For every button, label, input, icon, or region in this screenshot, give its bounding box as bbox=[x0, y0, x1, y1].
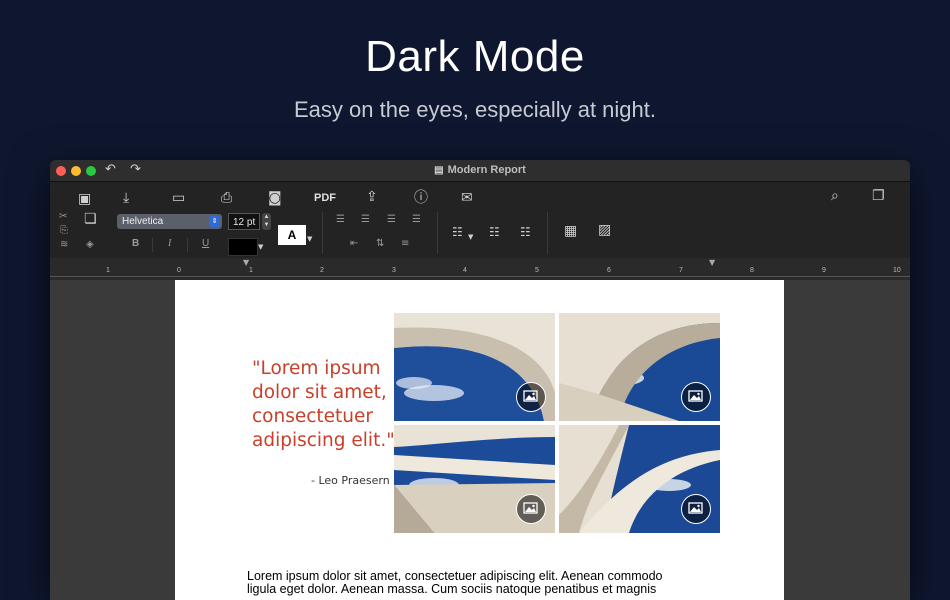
divider bbox=[322, 212, 323, 254]
image-badge-icon[interactable] bbox=[516, 382, 546, 412]
align-right-icon[interactable]: ☰ bbox=[387, 215, 396, 225]
ruler-label: 1 bbox=[249, 267, 253, 274]
divider bbox=[187, 238, 188, 252]
numbered-list-icon[interactable]: ☷ bbox=[489, 226, 500, 238]
photo-3[interactable] bbox=[394, 425, 555, 533]
italic-button[interactable]: I bbox=[168, 239, 171, 249]
paragraph-spacing-icon[interactable]: ≡ bbox=[401, 239, 409, 249]
document-canvas[interactable]: "Lorem ipsum dolor sit amet, consectetue… bbox=[50, 280, 910, 600]
ruler-baseline bbox=[50, 276, 910, 277]
highlight-color-well[interactable] bbox=[228, 238, 258, 256]
font-size-field[interactable]: 12 pt bbox=[228, 213, 260, 230]
camera-icon[interactable]: ◙ bbox=[268, 191, 282, 205]
line-spacing-icon[interactable]: ⇅ bbox=[376, 239, 384, 249]
ruler-label: 9 bbox=[822, 267, 826, 274]
bullet-list-icon[interactable]: ☷ bbox=[520, 226, 531, 238]
underline-button[interactable]: U bbox=[202, 239, 209, 249]
window-title: ▤ Modern Report bbox=[50, 164, 910, 176]
table-icon[interactable]: ▦ bbox=[564, 224, 577, 238]
document-page[interactable]: "Lorem ipsum dolor sit amet, consectetue… bbox=[175, 280, 784, 600]
bullet-list-menu-icon[interactable]: ☷ bbox=[452, 226, 463, 238]
ruler-label: 3 bbox=[392, 267, 396, 274]
ruler-label: 6 bbox=[607, 267, 611, 274]
photo-2[interactable] bbox=[559, 313, 720, 421]
share-icon[interactable]: ⇪ bbox=[366, 190, 378, 204]
chevron-down-icon[interactable]: ▼ bbox=[258, 244, 263, 251]
folder-icon[interactable]: ▭ bbox=[172, 191, 185, 205]
document-icon: ▤ bbox=[434, 165, 444, 176]
divider bbox=[152, 238, 153, 252]
quote-author[interactable]: - Leo Praesern bbox=[311, 474, 390, 487]
import-icon[interactable]: ⤓ bbox=[123, 191, 129, 205]
ruler-label: 7 bbox=[679, 267, 683, 274]
ruler-label: 5 bbox=[535, 267, 539, 274]
mail-icon[interactable]: ✉ bbox=[461, 191, 473, 205]
indent-marker-icon[interactable]: ▼ bbox=[243, 258, 249, 267]
image-badge-icon[interactable] bbox=[516, 494, 546, 524]
text-color-well[interactable]: A bbox=[278, 225, 306, 245]
ruler-label: 0 bbox=[177, 267, 181, 274]
toolbar: ▣ ⤓ ▭ ⎙ ◙ PDF ⇪ ⓘ ✉ ⌕ ❐ ✂ ⎘ ≋ ❏ ◈ Helvet… bbox=[50, 182, 910, 258]
right-margin-marker-icon[interactable]: ▼ bbox=[709, 258, 715, 267]
print-icon[interactable]: ⎙ bbox=[221, 191, 232, 205]
image-badge-icon[interactable] bbox=[681, 494, 711, 524]
ruler[interactable]: ▼ ▼ 1 0 1 2 3 4 5 6 7 8 9 10 bbox=[50, 258, 910, 281]
pull-quote[interactable]: "Lorem ipsum dolor sit amet, consectetue… bbox=[252, 357, 402, 453]
align-left-icon[interactable]: ☰ bbox=[336, 215, 345, 225]
ruler-label: 8 bbox=[750, 267, 754, 274]
cut-icon[interactable]: ✂ bbox=[59, 212, 67, 222]
ruler-label: 4 bbox=[463, 267, 467, 274]
layers-icon[interactable]: ≋ bbox=[60, 240, 68, 250]
title-bar: ↶ ↷ ▤ Modern Report bbox=[50, 160, 910, 182]
image-icon[interactable]: ▨ bbox=[598, 223, 611, 237]
image-badge-icon[interactable] bbox=[681, 382, 711, 412]
info-icon[interactable]: ⓘ bbox=[414, 191, 428, 205]
paste-icon[interactable]: ❏ bbox=[84, 212, 97, 226]
font-size-stepper[interactable]: ▲ ▼ bbox=[262, 213, 271, 230]
arrange-icon[interactable]: ◈ bbox=[86, 240, 94, 250]
justify-icon[interactable]: ☰ bbox=[412, 215, 421, 225]
photo-4[interactable] bbox=[559, 425, 720, 533]
align-center-icon[interactable]: ☰ bbox=[361, 215, 370, 225]
body-text[interactable]: Lorem ipsum dolor sit amet, consectetuer… bbox=[247, 570, 717, 596]
divider bbox=[437, 212, 438, 254]
chevron-updown-icon: ⇕ bbox=[209, 216, 220, 227]
hero-subtitle: Easy on the eyes, especially at night. bbox=[294, 97, 656, 122]
copy-icon[interactable]: ⎘ bbox=[60, 226, 68, 236]
font-family-value: Helvetica bbox=[122, 216, 164, 227]
ruler-label: 2 bbox=[320, 267, 324, 274]
bold-button[interactable]: B bbox=[132, 239, 139, 249]
divider bbox=[547, 212, 548, 254]
font-family-select[interactable]: Helvetica ⇕ bbox=[117, 214, 222, 229]
decrease-indent-icon[interactable]: ⇤ bbox=[350, 239, 358, 249]
app-window: ↶ ↷ ▤ Modern Report ▣ ⤓ ▭ ⎙ ◙ PDF ⇪ ⓘ ✉ ⌕… bbox=[50, 160, 910, 600]
body-text-line: ligula eget dolor. Aenean massa. Cum soc… bbox=[247, 582, 657, 596]
hero-title: Dark Mode bbox=[365, 32, 585, 81]
windows-icon[interactable]: ❐ bbox=[872, 189, 885, 203]
search-icon[interactable]: ⌕ bbox=[831, 189, 839, 203]
document-setup-icon[interactable]: ▣ bbox=[78, 192, 91, 206]
ruler-label: 10 bbox=[893, 267, 901, 274]
ruler-label: 1 bbox=[106, 267, 110, 274]
pdf-export-button[interactable]: PDF bbox=[314, 193, 336, 204]
window-title-text: Modern Report bbox=[447, 164, 526, 176]
chevron-down-icon[interactable]: ▼ bbox=[468, 234, 473, 241]
chevron-down-icon[interactable]: ▼ bbox=[307, 236, 312, 243]
photo-1[interactable] bbox=[394, 313, 555, 421]
